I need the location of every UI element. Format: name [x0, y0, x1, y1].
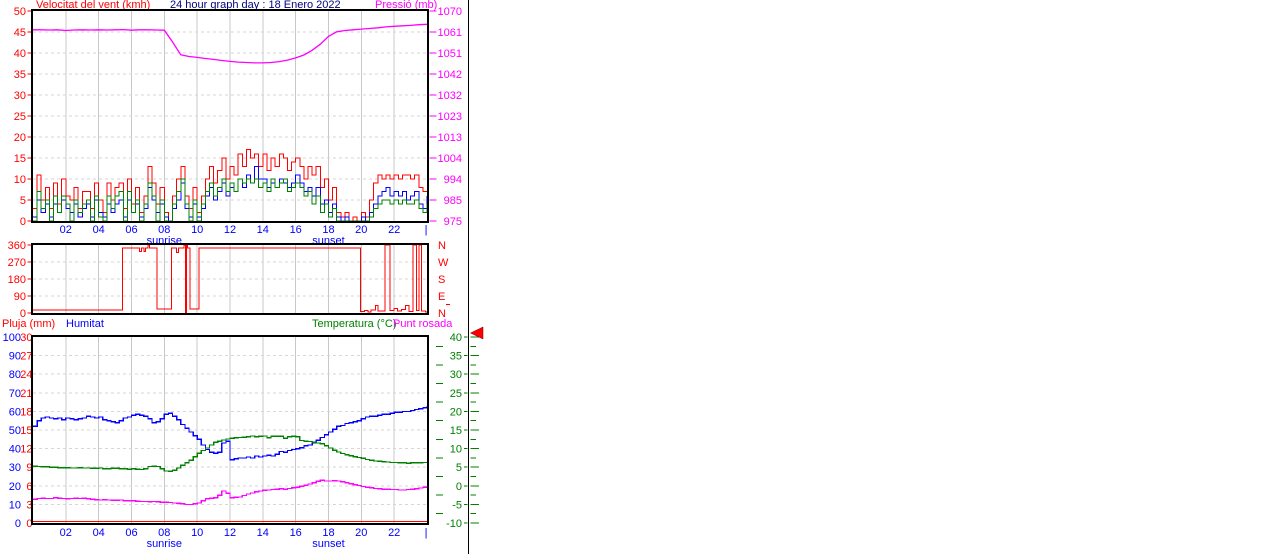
axis-label: 30	[20, 332, 32, 344]
axis-label: 15	[450, 425, 462, 437]
axis-label: 14	[257, 527, 269, 539]
axis-label: 40	[9, 444, 21, 456]
axis-label: 27	[20, 351, 32, 363]
axis-label: 80	[9, 369, 21, 381]
axis-label: 40	[450, 332, 462, 344]
axis-label: 22	[388, 224, 400, 236]
axis-label: 20	[355, 224, 367, 236]
axis-label: 1004	[438, 153, 462, 165]
axis-label: 35	[14, 69, 26, 81]
axis-label: 1051	[438, 48, 462, 60]
axis-label: 35	[450, 351, 462, 363]
axis-label: 360	[8, 240, 26, 252]
axis-label: 16	[290, 527, 302, 539]
axis-label: 21	[20, 388, 32, 400]
axis-label: 5	[20, 195, 26, 207]
axis-label: N	[438, 240, 446, 252]
axis-label: 90	[14, 291, 26, 303]
axis-label: 40	[14, 48, 26, 60]
temperature-axis: 40 35 30 25 20 15 10 5 0 -5 -10	[436, 332, 462, 530]
rain-axis: 302724211815129630	[20, 332, 32, 530]
axis-label: 04	[93, 224, 105, 236]
axis-label: 0	[20, 308, 26, 320]
axis-label: 90	[9, 351, 21, 363]
axis-label: 180	[8, 274, 26, 286]
axis-label: 10	[191, 527, 203, 539]
axis-label: 06	[125, 224, 137, 236]
axis-label: 1032	[438, 90, 462, 102]
axis-label: 12	[224, 224, 236, 236]
axis-label: 0	[456, 481, 462, 493]
axis-label: 0	[15, 518, 21, 530]
axis-label: 18	[20, 406, 32, 418]
axis-label: 30	[450, 369, 462, 381]
axis-label: 12	[20, 444, 32, 456]
compass-axis: NWSEN	[438, 240, 450, 320]
axis-label: 20	[9, 481, 21, 493]
axis-label: 1061	[438, 27, 462, 39]
middle-chart-grid	[33, 245, 427, 313]
axis-label: 975	[444, 216, 462, 228]
axis-label: 50	[9, 425, 21, 437]
axis-label: 25	[450, 388, 462, 400]
axis-label: 16	[290, 224, 302, 236]
axis-label: 24	[20, 369, 32, 381]
humidity-axis: 1009080706050403020100	[3, 332, 21, 530]
axis-label: 25	[14, 111, 26, 123]
axis-label: N	[438, 308, 446, 320]
axis-label: sunset	[312, 538, 344, 550]
axis-label: 04	[93, 527, 105, 539]
temperature-scale-bar	[464, 336, 479, 524]
axis-label: 10	[191, 224, 203, 236]
axis-label: 20	[14, 132, 26, 144]
axis-label: 45	[14, 27, 26, 39]
weather-24h-graph-window: Velocitat del vent (kmh) 24 hour graph d…	[0, 0, 1280, 554]
axis-label: 1042	[438, 69, 462, 81]
axis-label: 02	[60, 224, 72, 236]
axis-label: 985	[444, 195, 462, 207]
axis-label: 994	[444, 174, 462, 186]
wind-speed-axis: 0 5 10 15 20 25 30 35 40 45 50	[14, 6, 32, 228]
axis-label: 15	[14, 153, 26, 165]
axis-label: 15	[20, 425, 32, 437]
axis-label: 12	[224, 527, 236, 539]
pressure-axis: 1070 1061 1051 1042 1032 1023 1013 1004 994 985 97…	[429, 6, 462, 228]
axis-label: W	[438, 257, 449, 269]
axis-label: 20	[355, 527, 367, 539]
axis-label: 60	[9, 406, 21, 418]
axis-label: |	[425, 224, 428, 236]
axis-label: E	[438, 291, 445, 303]
axis-label: 50	[14, 6, 26, 18]
axis-label: 70	[9, 388, 21, 400]
x-axis-labels: 02 04 06 08 10 12 14 16 18 20 22 |sunrise sunset	[60, 527, 428, 550]
axis-label: 30	[9, 462, 21, 474]
axis-label: 0	[20, 216, 26, 228]
axis-label: 06	[125, 527, 137, 539]
axis-label: S	[438, 274, 445, 286]
axis-label: |	[425, 527, 428, 539]
axis-label: -5	[452, 499, 462, 511]
axis-label: -10	[446, 518, 462, 530]
axis-label: 14	[257, 224, 269, 236]
axis-label: 1070	[438, 6, 462, 18]
axis-label: sunrise	[147, 538, 182, 550]
axis-label: 1023	[438, 111, 462, 123]
axis-label: 1013	[438, 132, 462, 144]
axis-label: 100	[3, 332, 21, 344]
axis-label: 5	[456, 462, 462, 474]
axis-label: 10	[9, 499, 21, 511]
axis-label: 02	[60, 527, 72, 539]
direction-axis: 360 270 180 90 0	[8, 240, 32, 320]
graphs-canvas: 05101520253035404550 10701061105110421032…	[3, 0, 484, 554]
axis-label: 20	[450, 406, 462, 418]
axis-label: 30	[14, 90, 26, 102]
axis-label: 22	[388, 527, 400, 539]
axis-label: 10	[450, 444, 462, 456]
axis-label: 270	[8, 257, 26, 269]
axis-label: 10	[14, 174, 26, 186]
